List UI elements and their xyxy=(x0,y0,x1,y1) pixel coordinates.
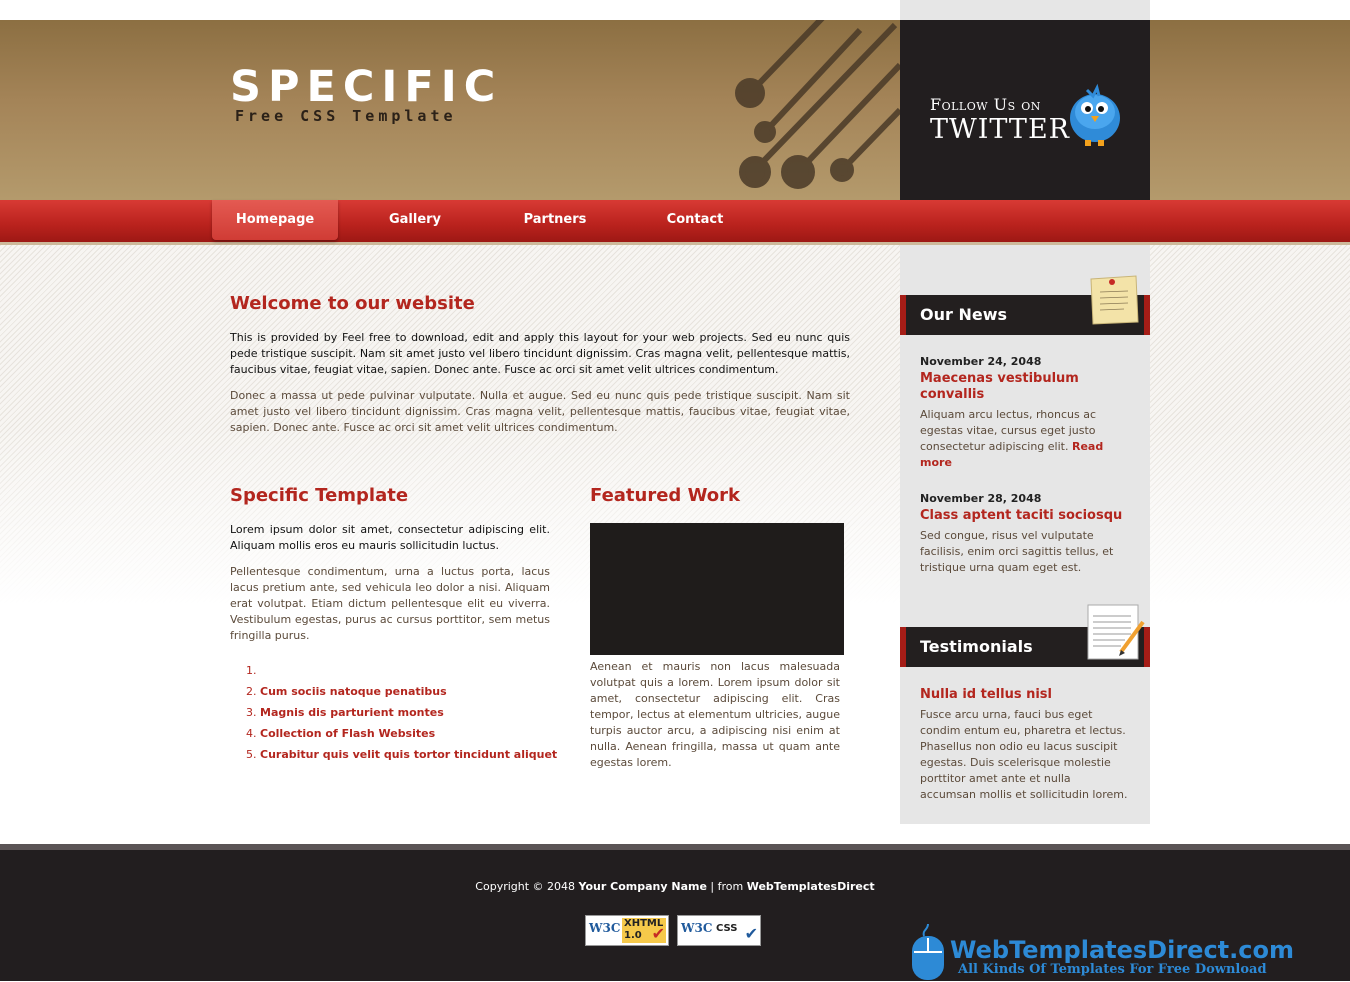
check-icon: ✔ xyxy=(651,924,665,943)
site-subtitle: Free CSS Template xyxy=(235,107,457,125)
menu-item-homepage[interactable]: Homepage xyxy=(212,200,338,240)
main-menu: Homepage Gallery Partners Contact xyxy=(0,200,1350,245)
twitter-follow-text: Follow Us on xyxy=(930,95,1041,114)
testimonials-heading: Testimonials xyxy=(920,637,1033,656)
css-valid-badge[interactable]: W3C CSS ✔ xyxy=(677,915,761,946)
news-heading: Our News xyxy=(920,305,1007,324)
sticky-note-icon xyxy=(1090,275,1139,325)
copyright-text: Copyright © 2048 Your Company Name | fro… xyxy=(0,880,1350,893)
featured-work-image[interactable] xyxy=(590,523,844,655)
specific-paragraph-1: Lorem ipsum dolor sit amet, consectetur … xyxy=(230,523,550,552)
circuit-decoration-icon xyxy=(735,20,900,189)
menu-item-gallery[interactable]: Gallery xyxy=(370,200,460,240)
brand-tagline: All Kinds Of Templates For Free Download xyxy=(958,962,1267,977)
news-title[interactable]: Maecenas vestibulum convallis xyxy=(920,371,1130,403)
list-item[interactable] xyxy=(260,663,580,679)
news-text-body: Aliquam arcu lectus, rhoncus ac egestas … xyxy=(920,408,1096,453)
menu-item-partners[interactable]: Partners xyxy=(505,200,605,240)
featured-work-text: Aenean et mauris non lacus malesuada vol… xyxy=(590,660,840,769)
check-icon: ✔ xyxy=(744,924,758,943)
testimonial-text: Fusce arcu urna, fauci bus eget condim e… xyxy=(920,708,1128,801)
welcome-title: Welcome to our website xyxy=(230,293,475,314)
news-date: November 28, 2048 xyxy=(920,492,1042,505)
w3c-logo: W3C xyxy=(681,921,713,935)
link-list: Cum sociis natoque penatibus Magnis dis … xyxy=(230,663,580,768)
twitter-name-text: TWITTER xyxy=(930,114,1070,145)
twitter-top-strip xyxy=(900,0,1150,20)
news-title[interactable]: Class aptent taciti sociosqu xyxy=(920,508,1130,524)
news-text: Aliquam arcu lectus, rhoncus ac egestas … xyxy=(920,407,1130,471)
list-item[interactable]: Collection of Flash Websites xyxy=(260,726,580,742)
copyright-from: | from xyxy=(710,880,744,893)
copyright-prefix: Copyright © 2048 xyxy=(475,880,576,893)
provider-link[interactable]: WebTemplatesDirect xyxy=(747,880,875,893)
company-name-link[interactable]: Your Company Name xyxy=(579,880,707,893)
specific-template-title: Specific Template xyxy=(230,485,409,506)
w3c-logo: W3C xyxy=(589,921,621,935)
list-item[interactable]: Cum sociis natoque penatibus xyxy=(260,684,580,700)
news-date: November 24, 2048 xyxy=(920,355,1042,368)
specific-paragraph-2: Pellentesque condimentum, urna a luctus … xyxy=(230,565,550,642)
list-item[interactable]: Magnis dis parturient montes xyxy=(260,705,580,721)
list-item[interactable]: Curabitur quis velit quis tortor tincidu… xyxy=(260,747,580,763)
site-title[interactable]: SPECIFIC xyxy=(230,66,502,109)
testimonial-notepad-icon xyxy=(1087,604,1145,660)
news-text: Sed congue, risus vel vulputate facilisi… xyxy=(920,529,1114,574)
xhtml-valid-badge[interactable]: W3C XHTML 1.0 ✔ xyxy=(585,915,669,946)
menu-item-contact[interactable]: Contact xyxy=(650,200,740,240)
welcome-paragraph-1: This is provided by Feel free to downloa… xyxy=(230,331,850,376)
twitter-bird-icon[interactable] xyxy=(1065,82,1125,148)
testimonial-title: Nulla id tellus nisl xyxy=(920,687,1052,702)
featured-work-title: Featured Work xyxy=(590,485,741,506)
mouse-icon xyxy=(912,924,944,980)
welcome-paragraph-2: Donec a massa ut pede pulvinar vulputate… xyxy=(230,389,850,434)
webtemplatesdirect-logo[interactable]: WebTemplatesDirect.com All Kinds Of Temp… xyxy=(910,922,1294,981)
brand-name: WebTemplatesDirect.com xyxy=(950,936,1294,964)
